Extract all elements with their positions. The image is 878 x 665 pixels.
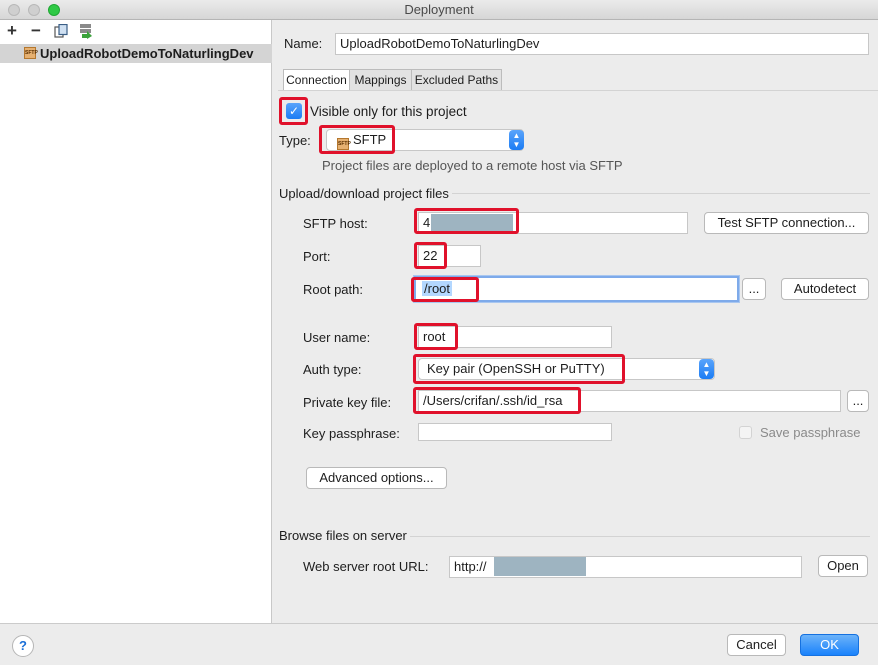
server-list-item[interactable]: SFTP UploadRobotDemoToNaturlingDev (0, 44, 272, 63)
advanced-options-button[interactable]: Advanced options... (306, 467, 447, 489)
tab-mappings[interactable]: Mappings (349, 69, 412, 91)
port-label: Port: (303, 249, 331, 264)
visible-only-label: Visible only for this project (310, 104, 467, 119)
title-bar: Deployment (0, 0, 878, 20)
save-passphrase-label: Save passphrase (760, 425, 861, 440)
highlight-root-path (411, 277, 479, 302)
tab-divider (278, 90, 878, 91)
private-key-browse-button[interactable]: ... (847, 390, 869, 412)
redaction-mask (494, 557, 586, 576)
help-icon: ? (19, 638, 27, 653)
set-default-button[interactable] (78, 23, 94, 39)
key-passphrase-label: Key passphrase: (303, 426, 400, 441)
highlight-private-key (413, 387, 581, 414)
upload-section-title: Upload/download project files (279, 186, 449, 201)
remove-server-button[interactable]: − (26, 22, 46, 40)
web-root-value: http:// (454, 559, 487, 574)
upload-section-divider (452, 193, 870, 194)
type-select-arrows[interactable]: ▲ ▼ (509, 130, 524, 150)
minimize-window-button[interactable] (28, 4, 40, 16)
highlight-user-name (414, 323, 458, 350)
close-window-button[interactable] (8, 4, 20, 16)
server-list-panel: + − SFTP UploadRobotDemoToNaturlingDev (0, 20, 272, 623)
autodetect-button[interactable]: Autodetect (781, 278, 869, 300)
sftp-host-label: SFTP host: (303, 216, 368, 231)
browse-section-title: Browse files on server (279, 528, 407, 543)
key-passphrase-input[interactable] (418, 423, 612, 441)
tab-excluded-paths[interactable]: Excluded Paths (411, 69, 502, 91)
cancel-button[interactable]: Cancel (727, 634, 786, 656)
server-item-label: UploadRobotDemoToNaturlingDev (40, 46, 254, 61)
sftp-icon: SFTP (24, 47, 38, 59)
help-button[interactable]: ? (12, 635, 34, 657)
web-root-label: Web server root URL: (303, 559, 429, 574)
window-title: Deployment (404, 2, 474, 17)
type-label: Type: (279, 133, 311, 148)
copy-icon (54, 23, 68, 38)
auth-type-arrows[interactable]: ▲ ▼ (699, 359, 714, 379)
tab-connection[interactable]: Connection (283, 69, 350, 91)
root-path-label: Root path: (303, 282, 363, 297)
zoom-window-button[interactable] (48, 4, 60, 16)
server-default-icon (80, 24, 92, 39)
open-button[interactable]: Open (818, 555, 868, 577)
private-key-label: Private key file: (303, 395, 392, 410)
user-name-label: User name: (303, 330, 371, 345)
add-server-button[interactable]: + (2, 22, 22, 40)
visible-only-checkbox[interactable]: ✓ (286, 103, 302, 119)
name-label: Name: (284, 36, 323, 51)
root-path-browse-button[interactable]: ... (742, 278, 766, 300)
type-description: Project files are deployed to a remote h… (322, 158, 623, 173)
highlight-auth-type (413, 354, 625, 384)
browse-section-divider (410, 536, 870, 537)
highlight-port (414, 242, 447, 269)
highlight-type (319, 125, 395, 154)
copy-server-button[interactable] (54, 23, 68, 38)
auth-type-label: Auth type: (303, 362, 362, 377)
test-connection-button[interactable]: Test SFTP connection... (704, 212, 869, 234)
save-passphrase-checkbox[interactable] (739, 426, 752, 439)
highlight-sftp-host (414, 208, 519, 234)
ok-button[interactable]: OK (800, 634, 859, 656)
name-input[interactable]: UploadRobotDemoToNaturlingDev (335, 33, 869, 55)
